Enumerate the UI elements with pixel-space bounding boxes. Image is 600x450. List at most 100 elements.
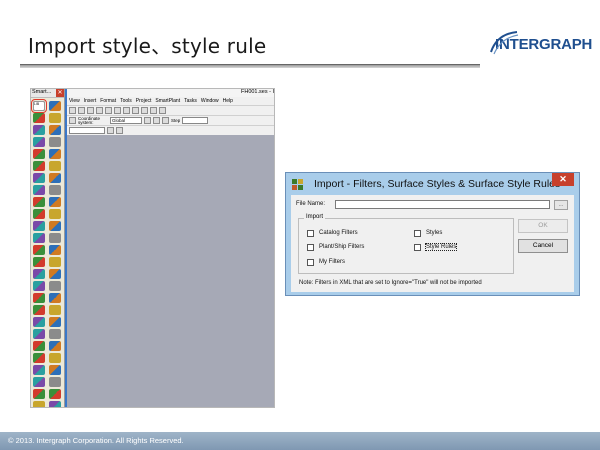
palette-tool-icon[interactable] (49, 161, 61, 171)
my-filters-checkbox[interactable] (307, 259, 314, 266)
select-tool-icon[interactable] (69, 117, 76, 124)
filter-select[interactable] (69, 127, 105, 134)
palette-tool-icon[interactable] (33, 245, 45, 255)
menu-item-tasks[interactable]: Tasks (184, 98, 197, 104)
palette-tool-icon[interactable] (49, 401, 61, 407)
new-file-icon[interactable] (69, 107, 76, 114)
import-options-group: Import Catalog Filters Styles Plant/Ship… (298, 214, 514, 274)
palette-tool-icon[interactable] (49, 101, 61, 111)
browse-button[interactable]: ... (554, 200, 568, 210)
palette-tool-icon[interactable] (49, 305, 61, 315)
copyright-text: © 2013. Intergraph Corporation. All Righ… (8, 436, 184, 445)
coordinate-system-select[interactable]: Global (110, 117, 142, 124)
palette-tool-icon[interactable] (49, 269, 61, 279)
palette-tool-icon[interactable] (33, 293, 45, 303)
open-file-icon[interactable] (78, 107, 85, 114)
palette-tool-icon[interactable] (33, 209, 45, 219)
dialog-close-button[interactable]: ✕ (552, 173, 574, 186)
palette-tool-icon[interactable] (49, 329, 61, 339)
palette-tool-icon[interactable] (49, 281, 61, 291)
palette-tool-icon[interactable] (33, 377, 45, 387)
ok-button[interactable]: OK (518, 219, 568, 233)
palette-tool-icon[interactable] (49, 125, 61, 135)
palette-tool-icon[interactable] (33, 197, 45, 207)
palette-tool-icon[interactable] (33, 113, 45, 123)
palette-tool-icon[interactable] (49, 353, 61, 363)
palette-tool-icon[interactable] (49, 245, 61, 255)
properties-icon[interactable] (116, 127, 123, 134)
palette-tool-icon[interactable] (33, 317, 45, 327)
palette-tool-icon[interactable] (49, 317, 61, 327)
palette-tool-icon[interactable] (33, 221, 45, 231)
menu-item-format[interactable]: Format (100, 98, 116, 104)
import-styles-tool-icon[interactable]: LIB (31, 99, 47, 113)
palette-tool-icon[interactable] (49, 377, 61, 387)
cut-icon[interactable] (105, 107, 112, 114)
palette-tool-icon[interactable] (49, 173, 61, 183)
palette-tool-icon[interactable] (49, 221, 61, 231)
palette-tool-icon[interactable] (49, 137, 61, 147)
palette-tool-icon[interactable] (49, 389, 61, 399)
save-file-icon[interactable] (87, 107, 94, 114)
palette-tool-icon[interactable] (33, 329, 45, 339)
palette-tool-icon[interactable] (49, 293, 61, 303)
palette-tool-icon[interactable] (49, 113, 61, 123)
slide-footer: © 2013. Intergraph Corporation. All Righ… (0, 432, 600, 450)
palette-tool-icon[interactable] (33, 173, 45, 183)
catalog-filters-checkbox[interactable] (307, 230, 314, 237)
palette-tool-icon[interactable] (33, 269, 45, 279)
file-name-input[interactable] (335, 200, 550, 209)
palette-tool-icon[interactable] (49, 209, 61, 219)
view-tool-icon[interactable] (144, 117, 151, 124)
paste-icon[interactable] (123, 107, 130, 114)
palette-tool-icon[interactable] (33, 149, 45, 159)
zoom-icon[interactable] (150, 107, 157, 114)
palette-tool-icon[interactable] (49, 341, 61, 351)
menu-item-insert[interactable]: Insert (84, 98, 97, 104)
palette-tool-icon[interactable] (33, 185, 45, 195)
rotate-tool-icon[interactable] (153, 117, 160, 124)
palette-tool-icon[interactable] (33, 389, 45, 399)
styles-checkbox[interactable] (414, 230, 421, 237)
menu-item-tools[interactable]: Tools (120, 98, 132, 104)
copy-icon[interactable] (114, 107, 121, 114)
pan-tool-icon[interactable] (162, 117, 169, 124)
palette-tool-icon[interactable] (49, 233, 61, 243)
palette-tool-icon[interactable] (49, 185, 61, 195)
palette-titlebar: Smart... ✕ (31, 89, 64, 98)
cancel-button[interactable]: Cancel (518, 239, 568, 253)
dialog-titlebar[interactable]: Import - Filters, Surface Styles & Surfa… (286, 173, 579, 195)
palette-tool-icon[interactable] (49, 257, 61, 267)
palette-tool-icon[interactable] (33, 233, 45, 243)
palette-tool-icon[interactable] (33, 401, 45, 407)
redo-icon[interactable] (141, 107, 148, 114)
plant-ship-filters-label: Plant/Ship Filters (319, 244, 365, 250)
filter-icon[interactable] (107, 127, 114, 134)
undo-icon[interactable] (132, 107, 139, 114)
menu-item-project[interactable]: Project (136, 98, 152, 104)
palette-tool-icon[interactable] (33, 161, 45, 171)
palette-close-icon[interactable]: ✕ (56, 89, 64, 97)
print-icon[interactable] (96, 107, 103, 114)
slide-title: Import style、style rule (28, 34, 267, 58)
palette-tool-icon[interactable] (33, 257, 45, 267)
palette-tool-icon[interactable] (49, 149, 61, 159)
menu-item-window[interactable]: Window (201, 98, 219, 104)
palette-tool-icon[interactable] (33, 305, 45, 315)
palette-tool-icon[interactable] (33, 341, 45, 351)
palette-tool-icon[interactable] (33, 353, 45, 363)
menu-item-smartplant[interactable]: SmartPlant (155, 98, 180, 104)
step-select[interactable] (182, 117, 209, 124)
refresh-icon[interactable] (159, 107, 166, 114)
palette-tool-icon[interactable] (49, 365, 61, 375)
palette-tool-icon[interactable] (33, 365, 45, 375)
palette-tool-icon[interactable] (33, 137, 45, 147)
palette-tool-icon[interactable] (33, 281, 45, 291)
menu-item-view[interactable]: View (69, 98, 80, 104)
palette-tool-icon[interactable] (33, 125, 45, 135)
plant-ship-filters-checkbox[interactable] (307, 244, 314, 251)
graphic-view-canvas[interactable] (67, 135, 274, 407)
menu-item-help[interactable]: Help (223, 98, 233, 104)
style-rules-checkbox[interactable] (414, 244, 421, 251)
palette-tool-icon[interactable] (49, 197, 61, 207)
